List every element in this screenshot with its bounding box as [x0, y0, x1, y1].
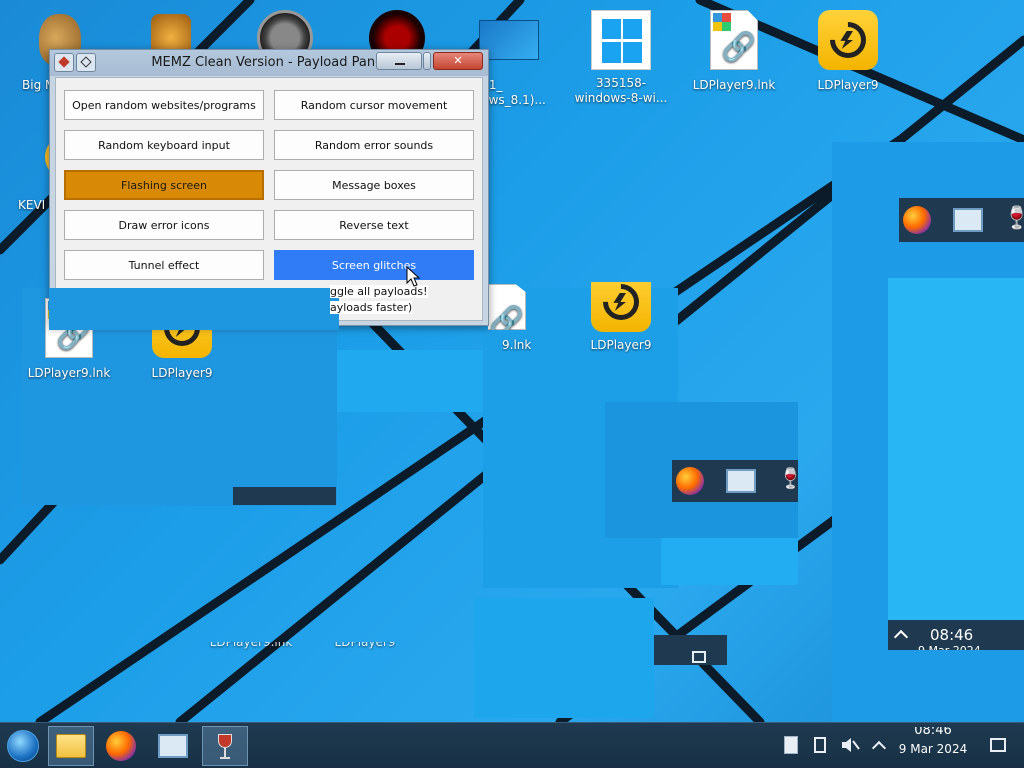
minimize-button[interactable]: [376, 52, 422, 70]
desktop-icon-label: LDPlayer9.lnk: [209, 642, 293, 649]
payload-label: Flashing screen: [121, 178, 207, 192]
chevron-up-icon: [893, 629, 909, 645]
window-titlebar[interactable]: MEMZ Clean Version - Payload Panel ✕: [50, 50, 488, 76]
payload-label: Open random websites/programs: [72, 98, 256, 112]
tray-clipboard[interactable]: [779, 733, 803, 757]
shortcut-file-icon: 🔗: [702, 10, 766, 74]
glitch-taskbar-fragment: 🍷: [672, 460, 803, 502]
firefox-icon: [106, 731, 136, 761]
glitch-block: [888, 278, 1024, 650]
wine-glass-icon: [218, 732, 232, 760]
mouse-cursor-icon: [406, 266, 421, 287]
payload-hint-line2: ayloads faster): [330, 301, 413, 314]
payload-label: Draw error icons: [118, 218, 210, 232]
tray-volume[interactable]: [838, 733, 862, 757]
payload-button-tunnel-effect[interactable]: Tunnel effect: [64, 250, 264, 280]
clock-time: 08:46: [914, 727, 952, 738]
payload-button-flashing-screen[interactable]: Flashing screen: [64, 170, 264, 200]
show-desktop-icon: [692, 651, 706, 663]
windows-logo-icon: [589, 8, 653, 72]
taskbar-clock[interactable]: 08:46 9 Mar 2024: [888, 727, 978, 757]
firefox-icon: [903, 206, 931, 234]
payload-button-keyboard-input[interactable]: Random keyboard input: [64, 130, 264, 160]
payload-button-open-websites[interactable]: Open random websites/programs: [64, 90, 264, 120]
speaker-muted-icon: [842, 738, 860, 752]
window-title: MEMZ Clean Version - Payload Panel: [151, 55, 387, 70]
firefox-icon: [676, 467, 704, 495]
window-menu-buttons: [54, 53, 98, 72]
monitor-icon: [726, 469, 756, 493]
desktop-icon-label: 9.lnk: [502, 338, 532, 352]
payload-button-error-icons[interactable]: Draw error icons: [64, 210, 264, 240]
clipboard-icon: [784, 736, 798, 754]
payload-button-reverse-text[interactable]: Reverse text: [274, 210, 474, 240]
glitch-clock-date: 9 Mar 2024: [918, 644, 981, 650]
desktop-icon-windows8[interactable]: 335158- windows-8-wi...: [566, 8, 676, 106]
glitch-clock: 08:46 9 Mar 2024: [888, 620, 1024, 650]
desktop-icon-ldplayer-lnk-fragment[interactable]: LDPlayer9.lnk: [196, 642, 306, 656]
glitch-clock-time: 08:46: [930, 626, 974, 644]
monitor-icon: [953, 208, 983, 232]
desktop-icon-label: LDPlayer9: [817, 78, 879, 92]
wine-glass-icon: 🍷: [1003, 206, 1024, 231]
desktop-icon-label: LDPlayer9: [590, 338, 652, 352]
wine-glass-icon: 🍷: [778, 466, 803, 490]
taskbar-wine[interactable]: [202, 726, 248, 766]
clock-date: 9 Mar 2024: [898, 742, 968, 756]
desktop-icon-label: LDPlayer9: [334, 642, 396, 649]
monitor-icon: [158, 734, 188, 758]
desktop-icon-ldplayer[interactable]: LDPlayer9: [566, 282, 676, 353]
glitch-block: [49, 288, 339, 330]
desktop-icon-label: 335158- windows-8-wi...: [574, 76, 668, 105]
glitch-taskbar-fragment: [233, 487, 336, 505]
desktop-icon-ldplayer-lnk-fragment[interactable]: 🔗 9.lnk: [488, 282, 558, 352]
maximize-button[interactable]: [423, 52, 431, 70]
show-desktop-icon: [990, 738, 1006, 752]
show-desktop-button[interactable]: [986, 733, 1010, 757]
taskbar-firefox[interactable]: [98, 726, 144, 766]
payload-label: Message boxes: [332, 178, 416, 192]
glitch-block: [661, 538, 798, 585]
payload-label: Random keyboard input: [98, 138, 230, 152]
ldplayer-icon: [589, 282, 653, 332]
chevron-up-icon: [871, 740, 887, 756]
window-menu-icon[interactable]: [54, 53, 74, 72]
taskbar-system-info[interactable]: [150, 726, 196, 766]
start-orb-icon: [7, 730, 39, 762]
payload-button-cursor-movement[interactable]: Random cursor movement: [274, 90, 474, 120]
keep-above-icon[interactable]: [76, 53, 96, 72]
desktop-icon-ldplayer-fragment[interactable]: LDPlayer9: [310, 642, 420, 656]
folder-icon: [56, 734, 86, 758]
taskbar: 08:46 9 Mar 2024: [0, 722, 1024, 768]
ldplayer-icon: [816, 10, 880, 74]
desktop-icon-ldplayer-lnk[interactable]: 🔗 LDPlayer9.lnk: [679, 8, 789, 93]
close-icon: ✕: [453, 54, 463, 67]
payload-label: Random cursor movement: [300, 98, 448, 112]
notes-icon: [814, 737, 826, 753]
payload-label: Random error sounds: [314, 138, 434, 152]
payload-button-message-boxes[interactable]: Message boxes: [274, 170, 474, 200]
close-button[interactable]: ✕: [433, 52, 483, 70]
desktop-icon-label: LDPlayer9.lnk: [692, 78, 776, 92]
minimize-icon: [395, 63, 405, 65]
tray-notes[interactable]: [808, 733, 832, 757]
payload-button-error-sounds[interactable]: Random error sounds: [274, 130, 474, 160]
glitch-block: [474, 598, 654, 718]
payload-label: Screen glitches: [331, 258, 417, 272]
glitch-taskbar-fragment: [654, 635, 727, 665]
desktop-icon-ldplayer[interactable]: LDPlayer9: [793, 8, 903, 93]
payload-label: Reverse text: [339, 218, 409, 232]
start-button[interactable]: [0, 726, 46, 766]
desktop-icon-label: LDPlayer9: [151, 366, 213, 380]
taskbar-file-manager[interactable]: [48, 726, 94, 766]
desktop-icon-label: LDPlayer9.lnk: [27, 366, 111, 380]
payload-label: Tunnel effect: [128, 258, 200, 272]
payload-button-screen-glitches[interactable]: Screen glitches: [274, 250, 474, 280]
glitch-taskbar-fragment: 🍷: [899, 198, 1024, 242]
